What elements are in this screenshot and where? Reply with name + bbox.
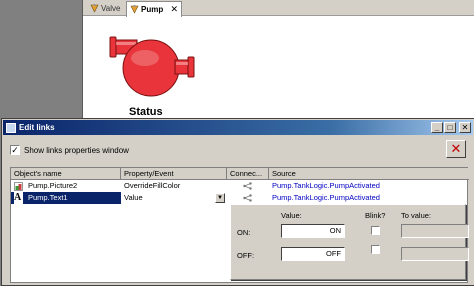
pump-icon bbox=[130, 5, 139, 14]
on-blink-checkbox[interactable] bbox=[371, 226, 380, 235]
screen-editor: Valve Pump ✕ Status Edit links _ □ ✕ ✓ S… bbox=[1, 0, 474, 286]
tab-valve-label: Valve bbox=[101, 4, 121, 13]
column-header-object-name[interactable]: Object's name bbox=[11, 168, 121, 180]
column-header-connection[interactable]: Connec... bbox=[227, 168, 269, 180]
on-to-value-input bbox=[401, 224, 469, 238]
link-icon bbox=[243, 182, 252, 190]
to-value-header: To value: bbox=[401, 211, 432, 220]
valve-icon bbox=[90, 4, 99, 13]
value-header: Value: bbox=[281, 211, 302, 220]
chevron-down-icon[interactable]: ▼ bbox=[215, 193, 225, 203]
show-links-option[interactable]: ✓ Show links properties window bbox=[10, 145, 129, 155]
blink-header: Blink? bbox=[365, 211, 386, 220]
tab-pump[interactable]: Pump ✕ bbox=[126, 1, 182, 17]
off-label: OFF: bbox=[237, 251, 255, 260]
pump-graphic[interactable] bbox=[109, 32, 197, 100]
minimize-button[interactable]: _ bbox=[431, 122, 443, 133]
property-cell[interactable]: Value bbox=[121, 192, 215, 204]
edit-links-titlebar[interactable]: Edit links _ □ ✕ bbox=[3, 120, 473, 135]
text-icon: A bbox=[14, 192, 23, 204]
off-to-value-input bbox=[401, 247, 469, 261]
window-title: Edit links bbox=[19, 123, 55, 132]
edit-links-window: Edit links _ □ ✕ ✓ Show links properties… bbox=[1, 118, 474, 286]
link-icon bbox=[243, 194, 252, 202]
maximize-button[interactable]: □ bbox=[444, 122, 456, 133]
tab-pump-label: Pump bbox=[141, 5, 164, 14]
links-grid: Object's name Property/Event Connec... S… bbox=[10, 167, 469, 283]
off-blink-checkbox[interactable] bbox=[371, 245, 380, 254]
status-label[interactable]: Status bbox=[129, 106, 163, 118]
show-links-checkbox[interactable]: ✓ bbox=[10, 145, 20, 155]
property-cell: OverrideFillColor bbox=[124, 181, 181, 190]
on-value-input[interactable]: ON bbox=[281, 224, 345, 238]
picture-icon bbox=[14, 182, 23, 191]
delete-link-button[interactable]: ✕ bbox=[446, 140, 466, 158]
source-cell: Pump.TankLogic.PumpActivated bbox=[272, 193, 380, 202]
on-label: ON: bbox=[237, 228, 251, 237]
close-tab-icon[interactable]: ✕ bbox=[170, 4, 178, 15]
show-links-label: Show links properties window bbox=[24, 145, 129, 155]
off-value-input[interactable]: OFF bbox=[281, 247, 345, 261]
column-header-property-event[interactable]: Property/Event bbox=[121, 168, 227, 180]
window-icon bbox=[6, 122, 16, 133]
source-cell: Pump.TankLogic.PumpActivated bbox=[272, 181, 380, 190]
value-mapping-panel: Value: Blink? To value: ON: ON OFF: OFF bbox=[230, 204, 469, 280]
window-controls: _ □ ✕ bbox=[431, 122, 471, 133]
object-name-cell: Pump.Picture2 bbox=[28, 181, 78, 190]
tab-valve[interactable]: Valve bbox=[87, 1, 125, 16]
object-name-cell: Pump.Text1 bbox=[28, 193, 68, 202]
document-tabs: Valve Pump ✕ bbox=[83, 0, 474, 17]
close-window-button[interactable]: ✕ bbox=[459, 122, 471, 133]
column-header-source[interactable]: Source bbox=[269, 168, 469, 180]
